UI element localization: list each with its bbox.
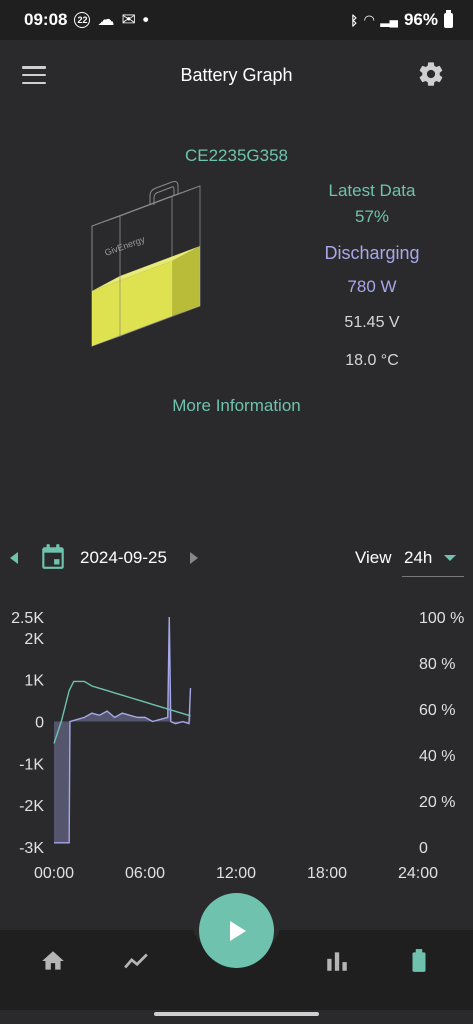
trend-chart-icon[interactable] xyxy=(123,948,149,974)
battery-status-icon xyxy=(444,9,453,28)
play-icon xyxy=(229,920,246,941)
status-bar: 09:08 22 ☁ ✉ • ᛒ ◠ ▂▄ 96% xyxy=(0,0,473,40)
status-right: ᛒ ◠ ▂▄ 96% xyxy=(350,9,453,30)
more-information-link[interactable]: More Information xyxy=(0,396,473,416)
date-bar: 2024-09-25 View 24h xyxy=(0,540,473,580)
view-dropdown[interactable]: 24h xyxy=(402,540,464,577)
temperature-value: 18.0 °C xyxy=(345,352,399,369)
voltage-value: 51.45 V xyxy=(344,314,400,331)
cloud-icon: ☁ xyxy=(97,10,115,29)
selected-date[interactable]: 2024-09-25 xyxy=(80,548,167,568)
status-left: 09:08 22 ☁ ✉ • xyxy=(24,10,149,30)
next-day-icon[interactable] xyxy=(190,552,198,564)
battery-state: Discharging xyxy=(324,243,420,263)
x-axis-tick: 18:00 xyxy=(307,865,347,882)
wifi-icon: ◠ xyxy=(364,12,375,27)
battery-illustration: GivEnergy xyxy=(91,181,201,347)
brand-text: GivEnergy xyxy=(103,234,146,258)
x-axis-tick: 00:00 xyxy=(34,865,74,882)
dropdown-caret-icon xyxy=(444,555,456,561)
battery-info: Latest Data 57% Discharging 780 W 51.45 … xyxy=(302,178,442,386)
bar-chart-icon[interactable] xyxy=(324,948,350,974)
soc-value: 57% xyxy=(354,207,390,226)
right-axis-tick: 40 % xyxy=(419,748,455,765)
home-indicator xyxy=(154,1012,319,1016)
left-axis-tick: -2K xyxy=(19,798,44,815)
battery-percent: 96% xyxy=(403,10,438,29)
mail-icon: ✉ xyxy=(121,10,136,29)
x-axis-tick: 06:00 xyxy=(125,865,165,882)
power-series-line xyxy=(54,616,192,844)
x-axis-tick: 24:00 xyxy=(398,865,438,882)
battery-nav-icon[interactable] xyxy=(406,948,432,974)
app-bar: Battery Graph xyxy=(0,40,473,110)
right-axis-tick: 0 xyxy=(419,840,428,857)
battery-chart: 2.5K 2K 1K 0 -1K -2K -3K 100 % 80 % 60 % 40 % 20 % 0… xyxy=(11,610,464,882)
page-title: Battery Graph xyxy=(180,64,293,85)
status-time: 09:08 xyxy=(24,10,68,29)
x-axis-tick: 12:00 xyxy=(216,865,256,882)
power-value: 780 W xyxy=(347,277,397,296)
left-axis-tick: -3K xyxy=(19,840,44,857)
right-axis-tick: 60 % xyxy=(419,702,455,719)
signal-icon: ▂▄ xyxy=(380,13,398,27)
bluetooth-icon: ᛒ xyxy=(350,12,359,28)
latest-data-label: Latest Data xyxy=(328,181,416,200)
left-axis-tick: -1K xyxy=(19,756,44,773)
left-axis-tick: 1K xyxy=(24,673,44,690)
menu-icon[interactable] xyxy=(22,66,46,84)
view-label: View xyxy=(355,548,392,567)
right-axis-tick: 20 % xyxy=(419,794,455,811)
device-serial: CE2235G358 xyxy=(184,146,289,165)
calendar-icon[interactable] xyxy=(40,543,66,571)
right-axis-tick: 100 % xyxy=(419,610,464,627)
view-value: 24h xyxy=(404,548,433,567)
left-axis-tick: 2K xyxy=(24,631,44,648)
dot-icon: • xyxy=(142,10,149,29)
right-axis-tick: 80 % xyxy=(419,656,455,673)
previous-day-icon[interactable] xyxy=(10,552,18,564)
settings-icon[interactable] xyxy=(417,60,445,88)
left-axis-tick: 2.5K xyxy=(11,610,44,627)
play-button[interactable] xyxy=(199,893,274,968)
notification-badge: 22 xyxy=(74,12,91,28)
home-icon[interactable] xyxy=(40,948,66,974)
left-axis-tick: 0 xyxy=(35,715,44,732)
